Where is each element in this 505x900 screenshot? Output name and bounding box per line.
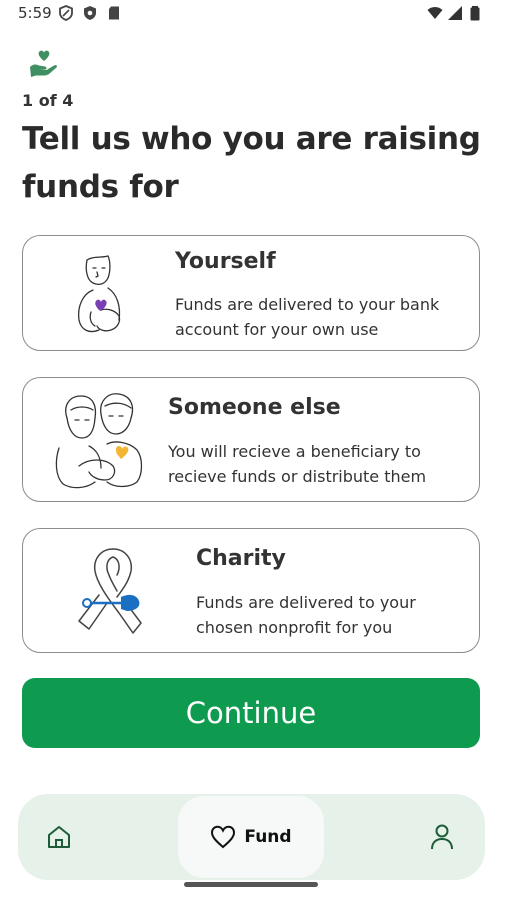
person-icon xyxy=(431,824,453,850)
heart-icon xyxy=(211,825,236,849)
home-icon xyxy=(48,826,70,848)
nav-fund-tab[interactable]: Fund xyxy=(178,796,324,878)
status-bar: 5:59 xyxy=(0,0,505,28)
nav-home-button[interactable] xyxy=(44,822,74,852)
page-title: Tell us who you are raising funds for xyxy=(22,121,481,205)
option-title: Someone else xyxy=(168,395,341,420)
option-title: Yourself xyxy=(175,249,276,274)
step-indicator: 1 of 4 xyxy=(22,91,74,110)
option-description: You will recieve a beneficiary to reciev… xyxy=(168,442,427,486)
nav-fund-label: Fund xyxy=(244,827,292,847)
someone-else-illustration-icon xyxy=(55,393,143,489)
play-protect-icon xyxy=(84,6,96,20)
shield-icon xyxy=(59,5,73,21)
charity-ribbon-illustration-icon xyxy=(78,548,142,634)
continue-button[interactable]: Continue xyxy=(22,678,480,748)
signal-icon xyxy=(448,6,462,20)
sd-card-icon xyxy=(109,6,119,20)
home-indicator[interactable] xyxy=(184,882,318,887)
option-description: Funds are delivered to your chosen nonpr… xyxy=(196,593,416,637)
bottom-navigation: Fund xyxy=(18,794,485,880)
option-description: Funds are delivered to your bank account… xyxy=(175,295,440,339)
wifi-icon xyxy=(427,7,443,19)
self-illustration-icon xyxy=(77,255,121,333)
hand-heart-logo-icon xyxy=(30,50,58,77)
status-time: 5:59 xyxy=(18,4,52,22)
option-card-someone-else[interactable]: Someone else You will recieve a benefici… xyxy=(22,377,480,502)
nav-profile-button[interactable] xyxy=(427,822,457,852)
battery-icon xyxy=(470,6,480,21)
option-title: Charity xyxy=(196,546,286,571)
option-card-yourself[interactable]: Yourself Funds are delivered to your ban… xyxy=(22,235,480,351)
option-card-charity[interactable]: Charity Funds are delivered to your chos… xyxy=(22,528,480,653)
